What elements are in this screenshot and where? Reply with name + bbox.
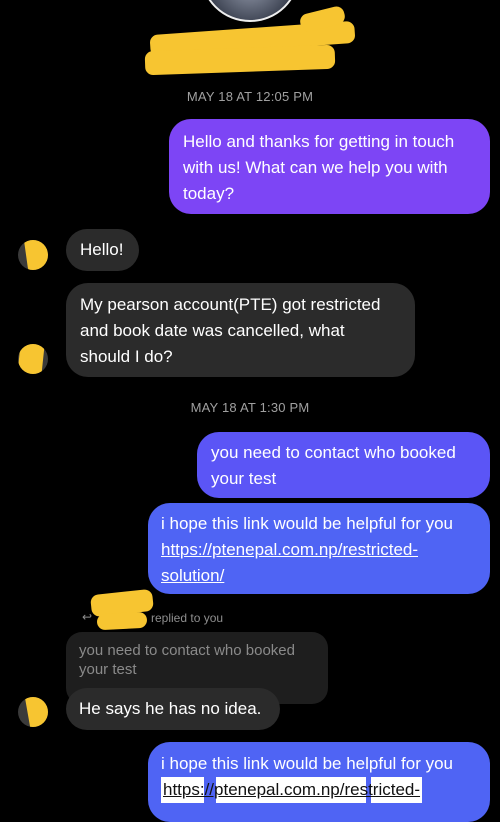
timestamp: MAY 18 AT 12:05 PM	[186, 89, 314, 104]
message-line: you need to contact who booked	[211, 443, 456, 462]
outgoing-message[interactable]: i hope this link would be helpful for yo…	[148, 742, 490, 822]
message-link[interactable]: https://ptenepal.com.np/restricted-	[161, 537, 477, 563]
incoming-message[interactable]: Hello!	[66, 229, 139, 271]
outgoing-message[interactable]: you need to contact who booked your test	[197, 432, 490, 498]
sender-avatar[interactable]	[18, 344, 48, 374]
reply-arrow-icon: ↩	[82, 610, 93, 624]
message-link[interactable]: https://ptenepal.com.np/restricted-	[161, 777, 423, 803]
message-line: should I do?	[80, 347, 173, 366]
incoming-message[interactable]: My pearson account(PTE) got restricted a…	[66, 283, 415, 377]
reply-label: replied to you	[151, 611, 224, 625]
outgoing-message[interactable]: i hope this link would be helpful for yo…	[148, 503, 490, 594]
outgoing-message[interactable]: Hello and thanks for getting in touch wi…	[169, 119, 490, 214]
timestamp: MAY 18 AT 1:30 PM	[190, 400, 310, 415]
message-line: your test	[211, 469, 277, 488]
quoted-line: you need to contact who booked	[79, 642, 295, 659]
message-text: Hello!	[80, 240, 124, 259]
message-link[interactable]: solution/	[161, 563, 477, 589]
avatar-redaction	[18, 344, 47, 374]
redacted-name-scribble	[96, 611, 148, 631]
message-text: He says he has no idea.	[79, 699, 262, 718]
sender-avatar[interactable]	[18, 697, 48, 727]
avatar-redaction	[21, 697, 48, 727]
message-line: i hope this link would be helpful for yo…	[161, 754, 454, 773]
message-line: My pearson account(PTE) got restricted	[80, 295, 381, 314]
profile-picture[interactable]	[200, 0, 300, 22]
message-line: with us! What can we help you with	[183, 158, 448, 177]
message-line: and book date was cancelled, what	[80, 321, 345, 340]
message-line: i hope this link would be helpful for yo…	[161, 514, 454, 533]
message-line: today?	[183, 184, 235, 203]
avatar-redaction	[23, 240, 48, 270]
message-line: Hello and thanks for getting in touch	[183, 132, 455, 151]
sender-avatar[interactable]	[18, 240, 48, 270]
quoted-line: your test	[79, 661, 137, 678]
incoming-message[interactable]: He says he has no idea.	[66, 688, 280, 730]
